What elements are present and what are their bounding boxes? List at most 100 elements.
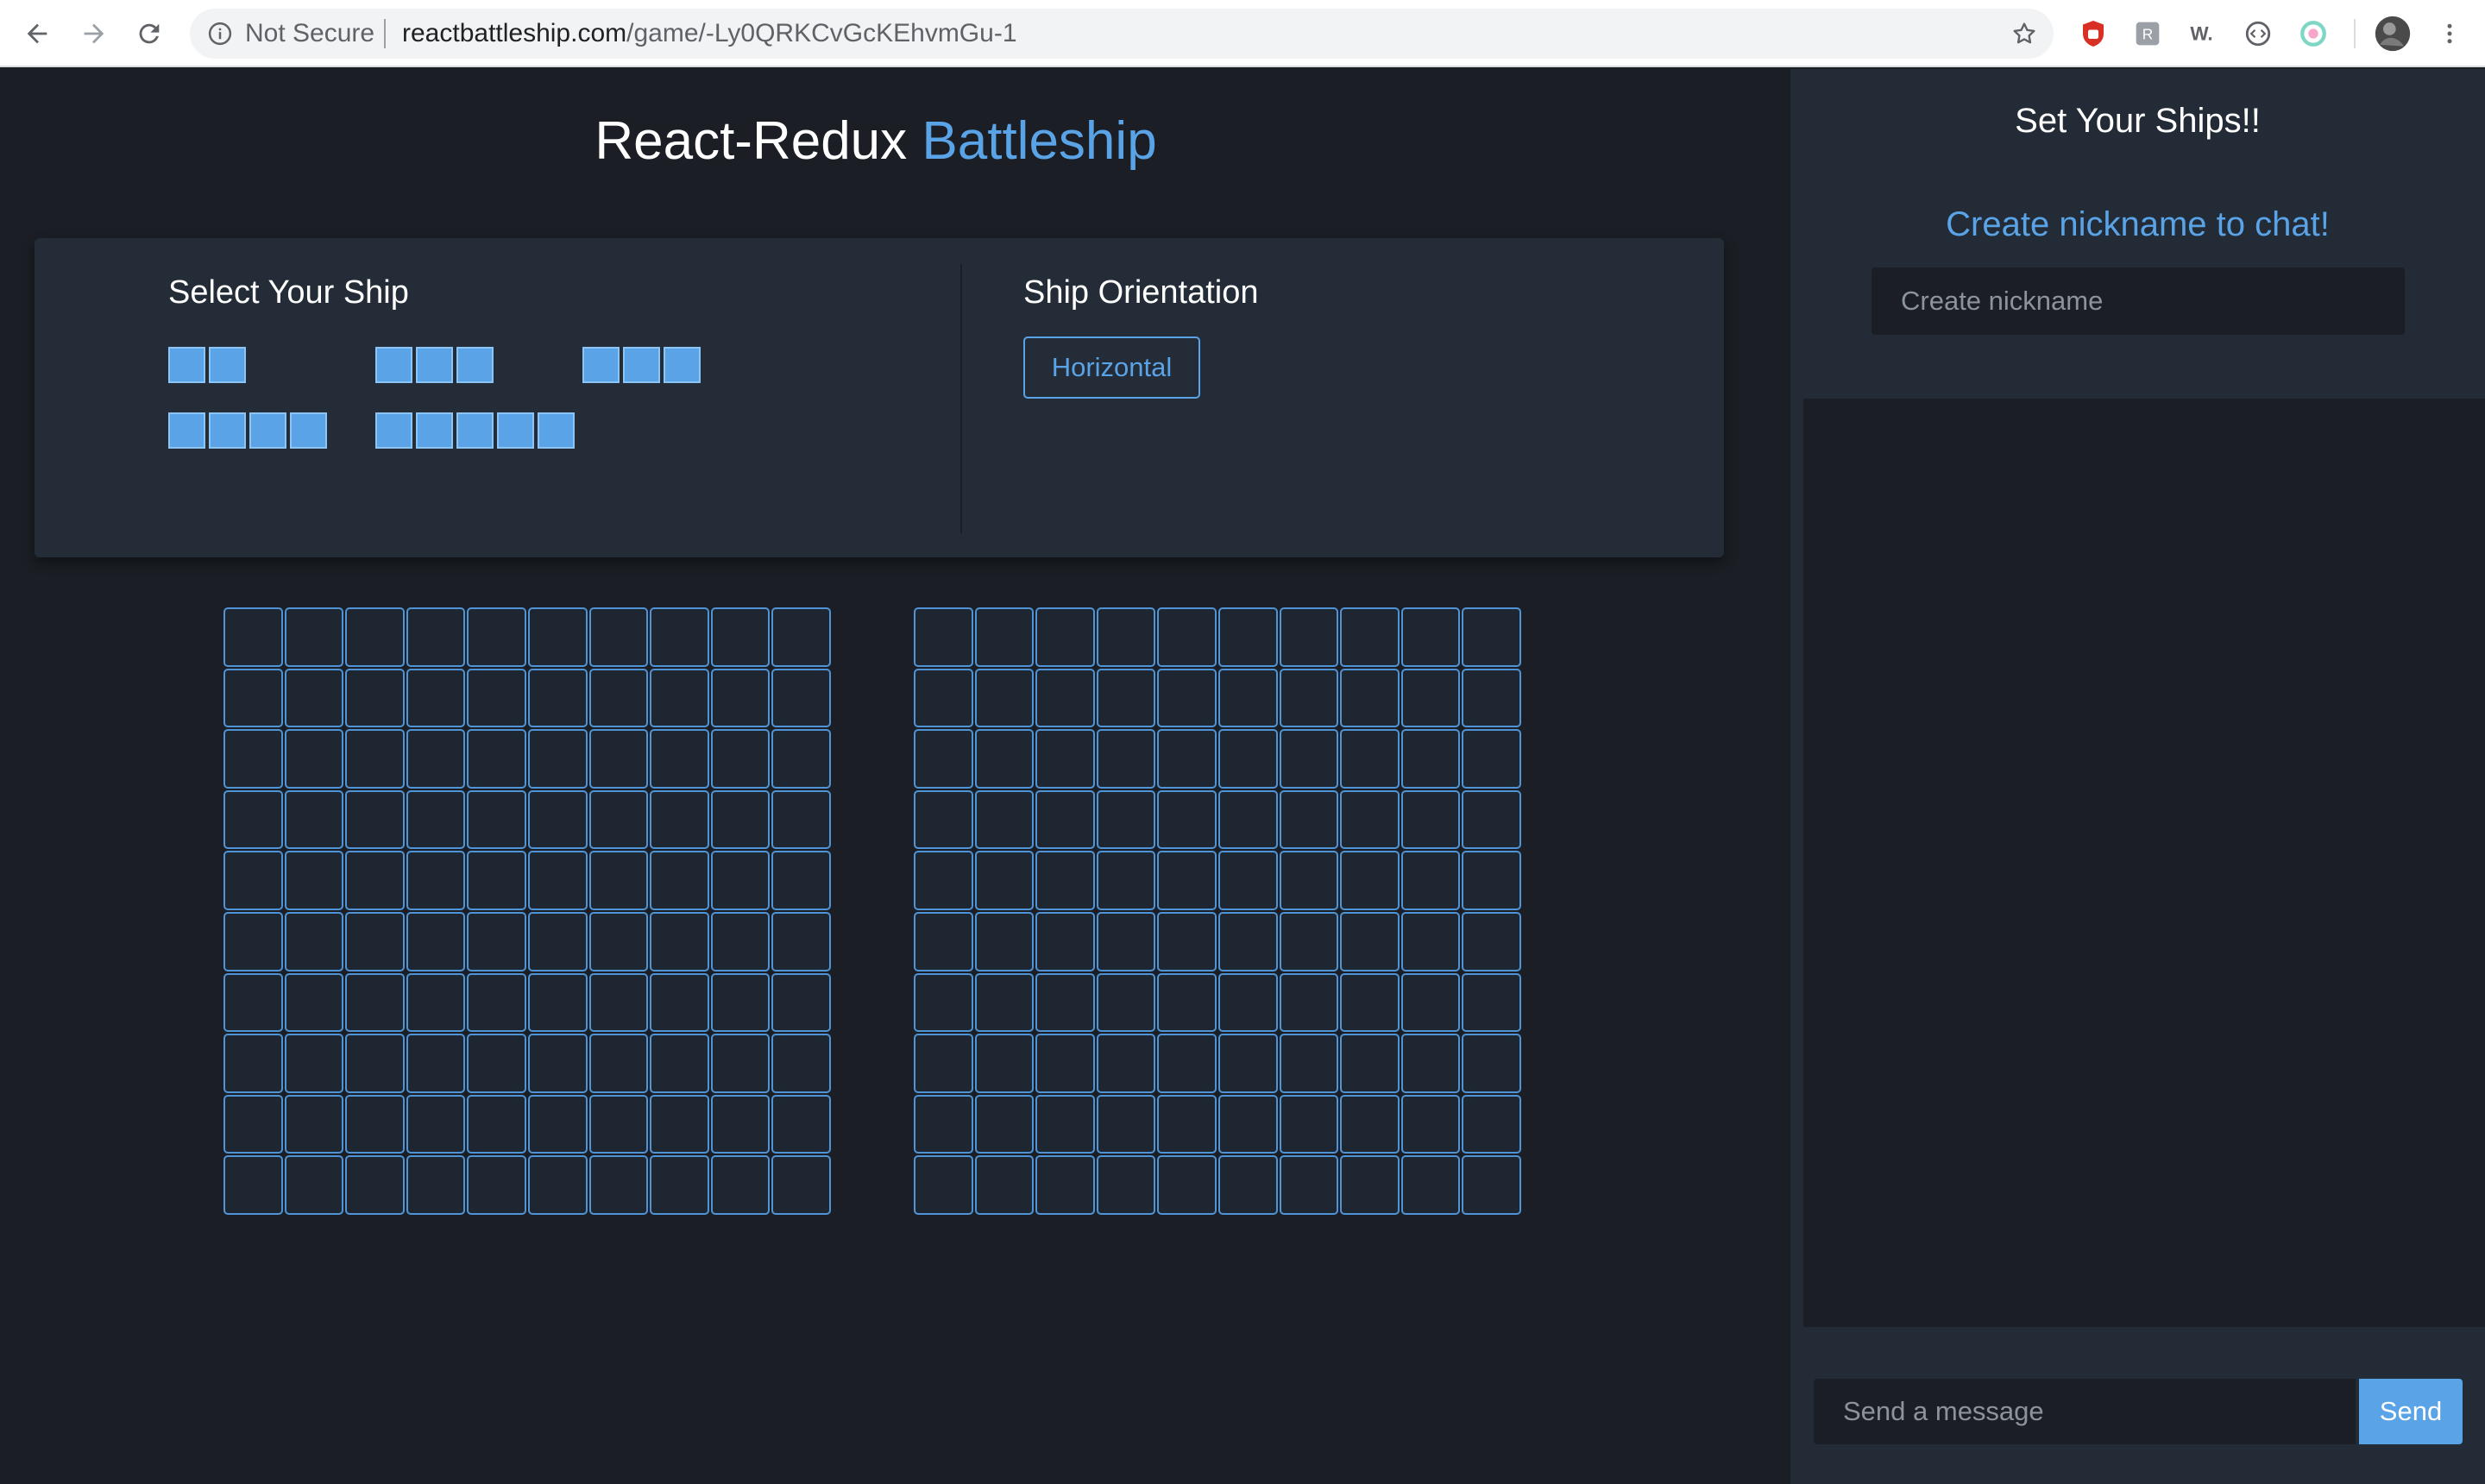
board-cell[interactable] bbox=[1035, 1094, 1095, 1154]
board-cell[interactable] bbox=[406, 729, 466, 789]
board-cell[interactable] bbox=[1340, 911, 1400, 972]
board-cell[interactable] bbox=[650, 729, 709, 789]
board-cell[interactable] bbox=[527, 729, 588, 789]
board-cell[interactable] bbox=[1157, 911, 1217, 972]
board-cell[interactable] bbox=[406, 607, 466, 667]
board-cell[interactable] bbox=[710, 911, 771, 972]
back-button[interactable] bbox=[16, 12, 59, 55]
board-cell[interactable] bbox=[1462, 1034, 1521, 1093]
info-icon[interactable] bbox=[205, 19, 235, 48]
board-cell[interactable] bbox=[1279, 851, 1339, 910]
board-cell[interactable] bbox=[771, 668, 831, 728]
board-cell[interactable] bbox=[467, 668, 526, 728]
board-cell[interactable] bbox=[914, 851, 973, 910]
board-cell[interactable] bbox=[974, 1155, 1035, 1215]
board-cell[interactable] bbox=[974, 607, 1035, 667]
board-cell[interactable] bbox=[710, 729, 771, 789]
board-cell[interactable] bbox=[1340, 729, 1400, 789]
board-cell[interactable] bbox=[284, 1094, 344, 1154]
board-cell[interactable] bbox=[345, 668, 405, 728]
board-cell[interactable] bbox=[1096, 851, 1156, 910]
board-cell[interactable] bbox=[1157, 789, 1217, 850]
board-cell[interactable] bbox=[223, 789, 283, 850]
board-cell[interactable] bbox=[1279, 1034, 1339, 1093]
board-cell[interactable] bbox=[914, 1094, 973, 1154]
board-cell[interactable] bbox=[467, 1155, 526, 1215]
create-nickname-link[interactable]: Create nickname to chat! bbox=[1790, 205, 2485, 244]
board-cell[interactable] bbox=[467, 607, 526, 667]
board-cell[interactable] bbox=[406, 1034, 466, 1093]
send-button[interactable]: Send bbox=[2359, 1379, 2463, 1444]
board-cell[interactable] bbox=[650, 668, 709, 728]
board-cell[interactable] bbox=[223, 911, 283, 972]
board-cell[interactable] bbox=[284, 851, 344, 910]
board-cell[interactable] bbox=[284, 729, 344, 789]
board-cell[interactable] bbox=[1096, 668, 1156, 728]
board-cell[interactable] bbox=[1462, 1094, 1521, 1154]
board-cell[interactable] bbox=[1462, 789, 1521, 850]
board-cell[interactable] bbox=[1279, 1155, 1339, 1215]
board-cell[interactable] bbox=[1096, 1034, 1156, 1093]
extension-r-icon[interactable]: R bbox=[2130, 16, 2166, 52]
board-cell[interactable] bbox=[974, 1034, 1035, 1093]
board-cell[interactable] bbox=[588, 789, 649, 850]
board-cell[interactable] bbox=[284, 607, 344, 667]
board-cell[interactable] bbox=[1217, 1155, 1278, 1215]
board-cell[interactable] bbox=[1400, 851, 1461, 910]
board-cell[interactable] bbox=[1340, 1094, 1400, 1154]
board-cell[interactable] bbox=[1400, 972, 1461, 1033]
board-cell[interactable] bbox=[406, 668, 466, 728]
board-cell[interactable] bbox=[345, 789, 405, 850]
board-cell[interactable] bbox=[974, 729, 1035, 789]
board-cell[interactable] bbox=[588, 972, 649, 1033]
board-cell[interactable] bbox=[467, 729, 526, 789]
ship-3b-option[interactable] bbox=[582, 347, 701, 383]
board-cell[interactable] bbox=[1157, 729, 1217, 789]
board-cell[interactable] bbox=[1096, 911, 1156, 972]
board-cell[interactable] bbox=[1400, 789, 1461, 850]
forward-button[interactable] bbox=[72, 12, 116, 55]
board-cell[interactable] bbox=[467, 789, 526, 850]
board-cell[interactable] bbox=[1096, 789, 1156, 850]
board-cell[interactable] bbox=[1035, 729, 1095, 789]
board-cell[interactable] bbox=[914, 972, 973, 1033]
board-cell[interactable] bbox=[1340, 851, 1400, 910]
board-cell[interactable] bbox=[1157, 1034, 1217, 1093]
board-cell[interactable] bbox=[1279, 1094, 1339, 1154]
board-cell[interactable] bbox=[650, 1155, 709, 1215]
board-cell[interactable] bbox=[1279, 607, 1339, 667]
ship-4-option[interactable] bbox=[168, 412, 327, 449]
board-cell[interactable] bbox=[345, 972, 405, 1033]
board-cell[interactable] bbox=[527, 1094, 588, 1154]
board-cell[interactable] bbox=[1217, 607, 1278, 667]
board-cell[interactable] bbox=[974, 1094, 1035, 1154]
board-cell[interactable] bbox=[588, 1034, 649, 1093]
board-cell[interactable] bbox=[710, 972, 771, 1033]
board-cell[interactable] bbox=[1400, 1094, 1461, 1154]
board-cell[interactable] bbox=[1400, 729, 1461, 789]
board-cell[interactable] bbox=[1157, 607, 1217, 667]
board-cell[interactable] bbox=[914, 607, 973, 667]
board-cell[interactable] bbox=[1340, 1034, 1400, 1093]
board-cell[interactable] bbox=[588, 851, 649, 910]
board-cell[interactable] bbox=[771, 1155, 831, 1215]
board-cell[interactable] bbox=[1157, 972, 1217, 1033]
code-extension-icon[interactable] bbox=[2240, 16, 2276, 52]
board-cell[interactable] bbox=[1035, 607, 1095, 667]
board-cell[interactable] bbox=[284, 789, 344, 850]
board-cell[interactable] bbox=[974, 972, 1035, 1033]
board-cell[interactable] bbox=[1035, 972, 1095, 1033]
board-cell[interactable] bbox=[223, 668, 283, 728]
board-cell[interactable] bbox=[1217, 911, 1278, 972]
board-cell[interactable] bbox=[1217, 972, 1278, 1033]
board-cell[interactable] bbox=[1035, 789, 1095, 850]
address-bar[interactable]: Not Secure reactbattleship.com/game/-Ly0… bbox=[190, 9, 2054, 59]
more-menu-icon[interactable] bbox=[2432, 16, 2468, 52]
board-cell[interactable] bbox=[1157, 1094, 1217, 1154]
w-extension-icon[interactable]: W. bbox=[2185, 16, 2221, 52]
board-cell[interactable] bbox=[284, 972, 344, 1033]
board-cell[interactable] bbox=[223, 1034, 283, 1093]
board-cell[interactable] bbox=[406, 851, 466, 910]
board-cell[interactable] bbox=[527, 972, 588, 1033]
board-cell[interactable] bbox=[467, 1034, 526, 1093]
